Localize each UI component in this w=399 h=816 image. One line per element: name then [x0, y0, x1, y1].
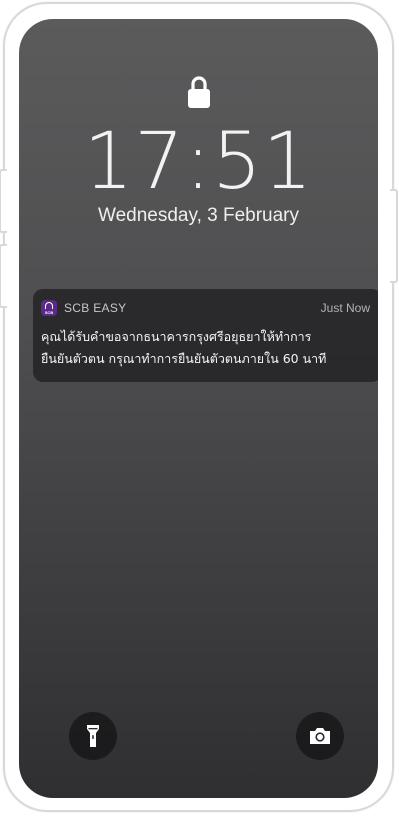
scb-logo-text: SCB [44, 310, 54, 315]
notification-body-line-2: ยืนยันตัวตน กรุณาทำการยืนยันตัวตนภายใน 6… [41, 351, 327, 366]
lock-screen: 17:51 Wednesday, 3 February SCB SCB EASY… [19, 19, 378, 798]
clock-time: 17:51 [83, 117, 314, 207]
phone-frame: 17:51 Wednesday, 3 February SCB SCB EASY… [0, 2, 398, 812]
lock-date: Wednesday, 3 February [97, 205, 299, 226]
notification-app-name: SCB EASY [64, 301, 127, 315]
flashlight-icon [87, 725, 99, 747]
notification-card[interactable]: SCB SCB EASY Just Now คุณได้รับคำขอจากธน… [33, 289, 378, 382]
scb-logo-glyph [45, 302, 53, 309]
notification-time: Just Now [320, 301, 370, 315]
camera-icon [310, 728, 330, 744]
flashlight-button[interactable] [69, 712, 117, 760]
lock-icon [187, 76, 210, 108]
notification-header: SCB SCB EASY Just Now [41, 298, 370, 318]
power-button [390, 189, 398, 283]
notification-body-line-1: คุณได้รับคำขอจากธนาคารกรุงศรีอยุธยาให้ทำ… [41, 329, 312, 344]
camera-button[interactable] [296, 712, 344, 760]
notification-body: คุณได้รับคำขอจากธนาคารกรุงศรีอยุธยาให้ทำ… [41, 326, 370, 370]
volume-up-button [0, 169, 7, 233]
scb-app-icon: SCB [41, 300, 57, 316]
volume-down-button [0, 244, 7, 308]
